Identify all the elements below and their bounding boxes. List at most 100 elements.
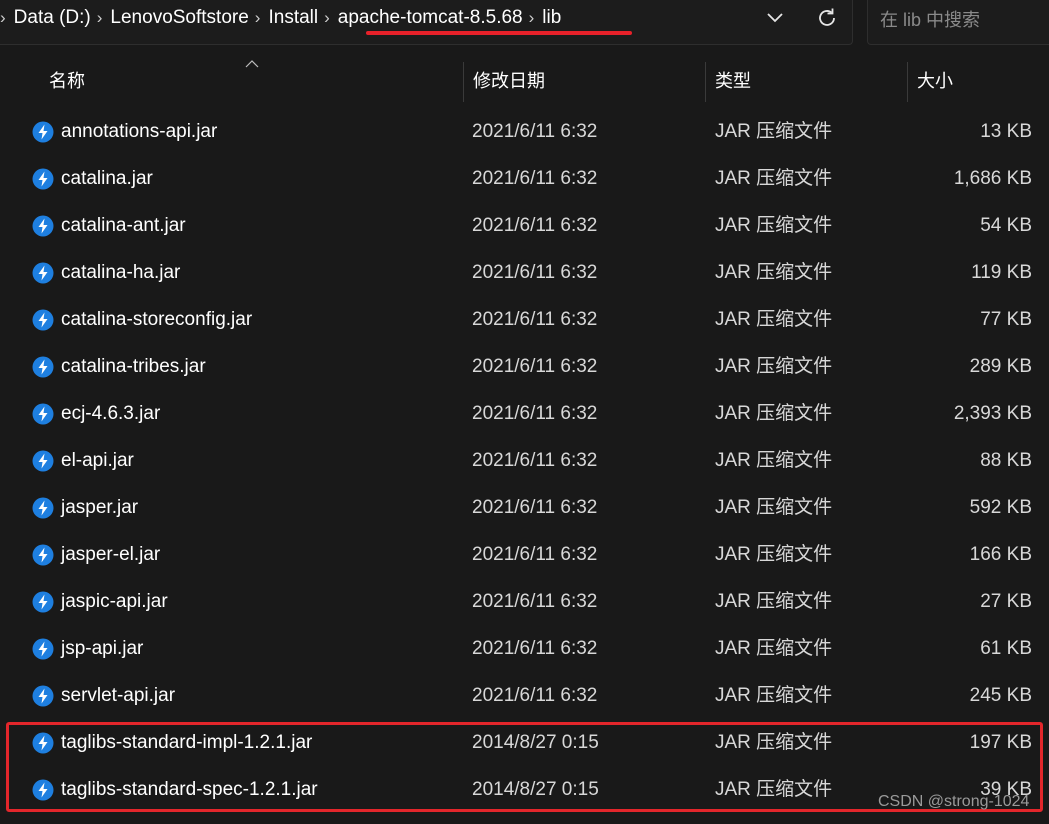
file-row[interactable]: taglibs-standard-impl-1.2.1.jar 2014/8/2… [0, 719, 1049, 766]
breadcrumb-item-drive[interactable]: Data (D:) [14, 7, 91, 29]
column-divider[interactable] [705, 62, 706, 102]
breadcrumb-box[interactable]: › Data (D:) › LenovoSoftstore › Install … [0, 0, 853, 45]
column-divider[interactable] [907, 62, 908, 102]
file-row[interactable]: catalina-ha.jar 2021/6/11 6:32 JAR 压缩文件 … [0, 249, 1049, 296]
file-name: taglibs-standard-impl-1.2.1.jar [61, 732, 313, 753]
jar-file-icon [32, 403, 54, 425]
jar-file-icon [32, 544, 54, 566]
breadcrumb: › Data (D:) › LenovoSoftstore › Install … [0, 4, 561, 32]
breadcrumb-item-tomcat[interactable]: apache-tomcat-8.5.68 [338, 7, 523, 29]
refresh-icon[interactable] [812, 4, 842, 32]
jar-file-icon [32, 638, 54, 660]
column-divider[interactable] [463, 62, 464, 102]
column-header-date[interactable]: 修改日期 [473, 56, 545, 104]
jar-file-icon [32, 779, 54, 801]
file-row[interactable]: annotations-api.jar 2021/6/11 6:32 JAR 压… [0, 108, 1049, 155]
file-row[interactable]: catalina-storeconfig.jar 2021/6/11 6:32 … [0, 296, 1049, 343]
file-row[interactable]: el-api.jar 2021/6/11 6:32 JAR 压缩文件 88 KB [0, 437, 1049, 484]
file-date: 2021/6/11 6:32 [472, 450, 598, 471]
file-row[interactable]: jaspic-api.jar 2021/6/11 6:32 JAR 压缩文件 2… [0, 578, 1049, 625]
file-name: jasper.jar [61, 497, 139, 518]
file-date: 2021/6/11 6:32 [472, 215, 598, 236]
file-type: JAR 压缩文件 [715, 497, 833, 518]
file-row[interactable]: jasper-el.jar 2021/6/11 6:32 JAR 压缩文件 16… [0, 531, 1049, 578]
file-type: JAR 压缩文件 [715, 638, 833, 659]
breadcrumb-separator-icon[interactable]: › [529, 8, 535, 28]
file-date: 2021/6/11 6:32 [472, 309, 598, 330]
file-name: ecj-4.6.3.jar [61, 403, 161, 424]
file-date: 2021/6/11 6:32 [472, 591, 598, 612]
file-size: 245 KB [969, 685, 1032, 706]
breadcrumb-separator-icon[interactable]: › [324, 8, 330, 28]
file-type: JAR 压缩文件 [715, 685, 833, 706]
column-header-name[interactable]: 名称 [49, 56, 85, 104]
file-name: catalina-ant.jar [61, 215, 186, 236]
file-size: 197 KB [969, 732, 1032, 753]
jar-file-icon [32, 591, 54, 613]
breadcrumb-separator-icon[interactable]: › [97, 8, 103, 28]
file-date: 2014/8/27 0:15 [472, 779, 599, 800]
search-input[interactable] [878, 6, 1049, 34]
file-rows: annotations-api.jar 2021/6/11 6:32 JAR 压… [0, 108, 1049, 813]
file-name: annotations-api.jar [61, 121, 218, 142]
file-type: JAR 压缩文件 [715, 309, 833, 330]
file-name: catalina-storeconfig.jar [61, 309, 253, 330]
file-row[interactable]: catalina-ant.jar 2021/6/11 6:32 JAR 压缩文件… [0, 202, 1049, 249]
file-size: 13 KB [980, 121, 1032, 142]
file-row[interactable]: jsp-api.jar 2021/6/11 6:32 JAR 压缩文件 61 K… [0, 625, 1049, 672]
file-name: servlet-api.jar [61, 685, 176, 706]
file-row[interactable]: catalina.jar 2021/6/11 6:32 JAR 压缩文件 1,6… [0, 155, 1049, 202]
file-date: 2021/6/11 6:32 [472, 168, 598, 189]
search-box[interactable] [867, 0, 1049, 45]
file-size: 2,393 KB [953, 403, 1032, 424]
file-date: 2021/6/11 6:32 [472, 685, 598, 706]
jar-file-icon [32, 450, 54, 472]
file-type: JAR 压缩文件 [715, 262, 833, 283]
file-name: jaspic-api.jar [61, 591, 168, 612]
breadcrumb-item-install[interactable]: Install [268, 7, 318, 29]
file-type: JAR 压缩文件 [715, 403, 833, 424]
file-size: 77 KB [980, 309, 1032, 330]
file-size: 61 KB [980, 638, 1032, 659]
file-type: JAR 压缩文件 [715, 121, 833, 142]
jar-file-icon [32, 121, 54, 143]
jar-file-icon [32, 497, 54, 519]
file-type: JAR 压缩文件 [715, 168, 833, 189]
file-date: 2021/6/11 6:32 [472, 121, 598, 142]
file-size: 119 KB [971, 262, 1032, 283]
file-row[interactable]: catalina-tribes.jar 2021/6/11 6:32 JAR 压… [0, 343, 1049, 390]
file-type: JAR 压缩文件 [715, 779, 833, 800]
file-name: catalina-ha.jar [61, 262, 181, 283]
file-row[interactable]: jasper.jar 2021/6/11 6:32 JAR 压缩文件 592 K… [0, 484, 1049, 531]
column-header-row: 名称 修改日期 类型 大小 [0, 56, 1049, 104]
file-date: 2014/8/27 0:15 [472, 732, 599, 753]
file-row[interactable]: ecj-4.6.3.jar 2021/6/11 6:32 JAR 压缩文件 2,… [0, 390, 1049, 437]
column-header-type[interactable]: 类型 [715, 56, 751, 104]
file-name: taglibs-standard-spec-1.2.1.jar [61, 779, 318, 800]
file-type: JAR 压缩文件 [715, 450, 833, 471]
column-header-size[interactable]: 大小 [917, 56, 953, 104]
file-size: 289 KB [969, 356, 1032, 377]
file-date: 2021/6/11 6:32 [472, 403, 598, 424]
sort-ascending-icon [245, 60, 259, 68]
chevron-down-icon[interactable] [762, 6, 788, 30]
jar-file-icon [32, 732, 54, 754]
breadcrumb-item-lib[interactable]: lib [542, 7, 561, 29]
file-date: 2021/6/11 6:32 [472, 356, 598, 377]
watermark: CSDN @strong-1024 [878, 793, 1030, 810]
file-date: 2021/6/11 6:32 [472, 262, 598, 283]
file-size: 166 KB [969, 544, 1032, 565]
breadcrumb-separator-icon[interactable]: › [255, 8, 261, 28]
file-size: 27 KB [980, 591, 1032, 612]
jar-file-icon [32, 215, 54, 237]
file-type: JAR 压缩文件 [715, 215, 833, 236]
file-type: JAR 压缩文件 [715, 356, 833, 377]
file-size: 592 KB [969, 497, 1032, 518]
file-size: 88 KB [980, 450, 1032, 471]
file-row[interactable]: servlet-api.jar 2021/6/11 6:32 JAR 压缩文件 … [0, 672, 1049, 719]
file-name: catalina.jar [61, 168, 153, 189]
file-type: JAR 压缩文件 [715, 591, 833, 612]
breadcrumb-item-lenovosoftstore[interactable]: LenovoSoftstore [110, 7, 248, 29]
file-list-pane: 名称 修改日期 类型 大小 annotations-api.jar 2021/6… [0, 56, 1049, 824]
file-name: jsp-api.jar [61, 638, 144, 659]
